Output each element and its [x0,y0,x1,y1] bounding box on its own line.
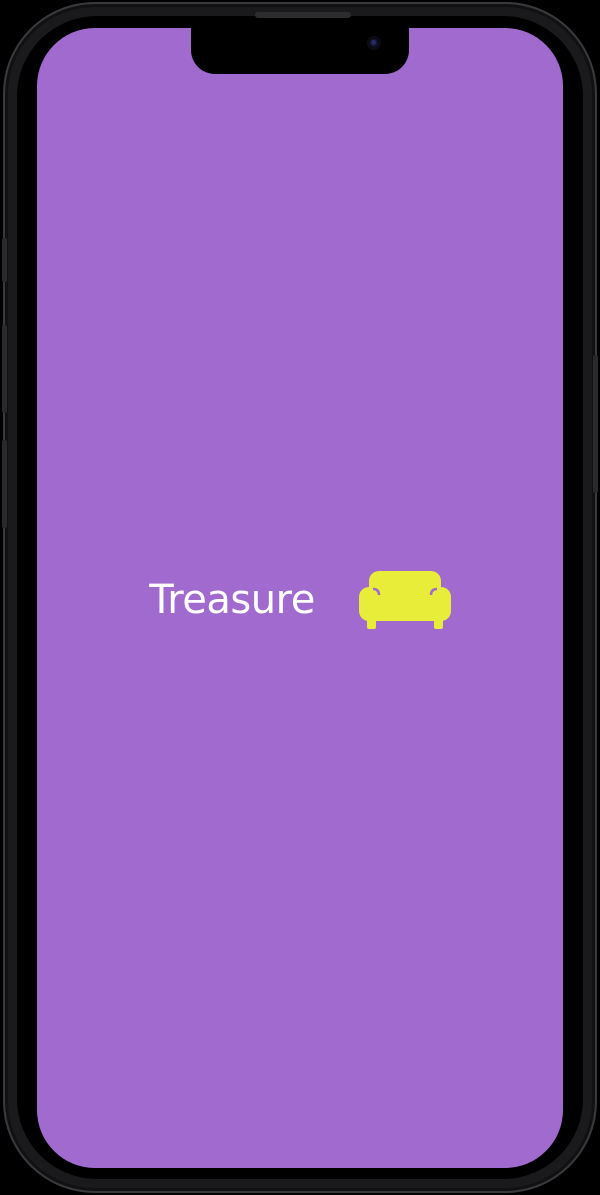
volume-up-button [2,325,7,413]
notch [191,28,409,74]
volume-down-button [2,440,7,528]
app-name: Treasure [149,577,315,623]
earpiece-speaker [255,12,351,18]
brand-lockup: Treasure [37,568,563,632]
front-camera [367,36,381,50]
sofa-icon [358,571,451,629]
power-button [593,355,598,493]
silent-switch [2,238,7,282]
splash-screen: Treasure [37,28,563,1168]
